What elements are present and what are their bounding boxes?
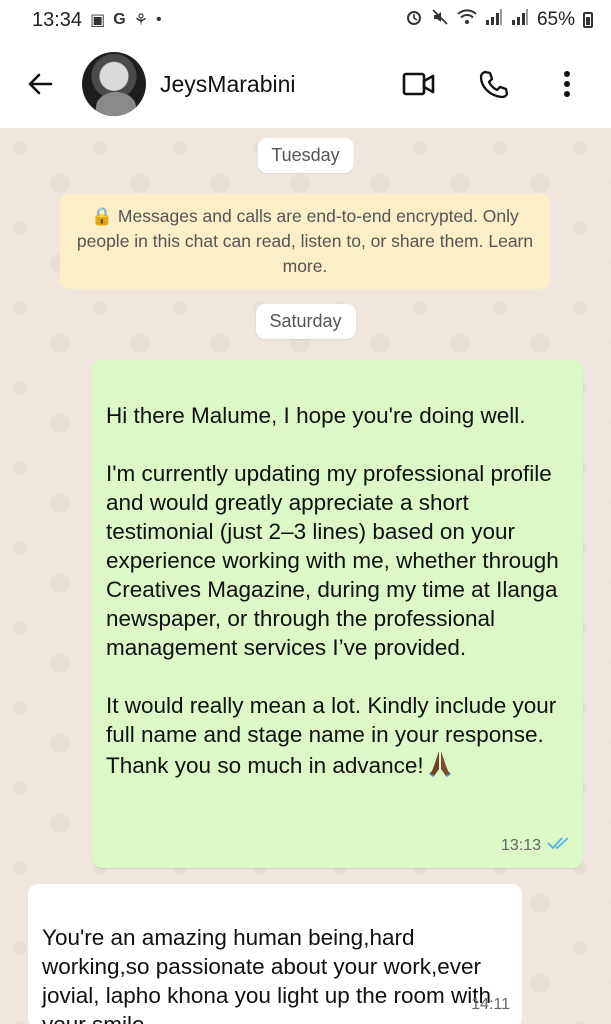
signal-icon	[485, 9, 503, 31]
encryption-notice[interactable]: 🔒 Messages and calls are end-to-end encr…	[60, 194, 550, 289]
google-icon: G	[113, 11, 126, 28]
message-meta: 14:11	[471, 990, 510, 1019]
folded-hands-icon	[428, 749, 452, 777]
phone-icon[interactable]	[475, 66, 511, 102]
app-icon: ⚘	[133, 12, 148, 29]
arrow-left-icon[interactable]	[22, 66, 58, 102]
date-separator: Tuesday	[257, 138, 354, 173]
gallery-icon: ▣	[90, 12, 106, 29]
wifi-icon	[457, 9, 477, 31]
more-vertical-icon[interactable]	[549, 66, 585, 102]
incoming-message[interactable]: You're an amazing human being,hard worki…	[28, 884, 522, 1024]
battery-icon	[583, 12, 593, 28]
signal-icon	[511, 9, 529, 31]
message-time: 13:13	[500, 837, 541, 854]
mute-icon	[431, 8, 449, 32]
double-check-icon	[547, 831, 571, 860]
alarm-icon	[405, 8, 423, 32]
message-time: 14:11	[471, 996, 510, 1013]
status-bar: 13:34 ▣ G ⚘ • 65%	[0, 0, 611, 40]
outgoing-message[interactable]: Hi there Malume, I hope you're doing wel…	[92, 360, 583, 868]
contact-name[interactable]: JeysMarabini	[160, 71, 401, 98]
message-meta: 13:13	[501, 831, 571, 860]
date-separator: Saturday	[255, 304, 356, 339]
message-text: Hi there Malume, I hope you're doing wel…	[106, 403, 559, 778]
status-time: 13:34	[32, 8, 83, 31]
message-text: You're an amazing human being,hard worki…	[42, 925, 492, 1024]
avatar[interactable]	[82, 52, 146, 116]
dot-icon: •	[155, 11, 162, 28]
chat-area[interactable]: Tuesday 🔒 Messages and calls are end-to-…	[0, 128, 611, 1024]
chat-header: JeysMarabini	[0, 40, 611, 128]
video-call-icon[interactable]	[401, 66, 437, 102]
battery-percent: 65%	[536, 9, 575, 30]
